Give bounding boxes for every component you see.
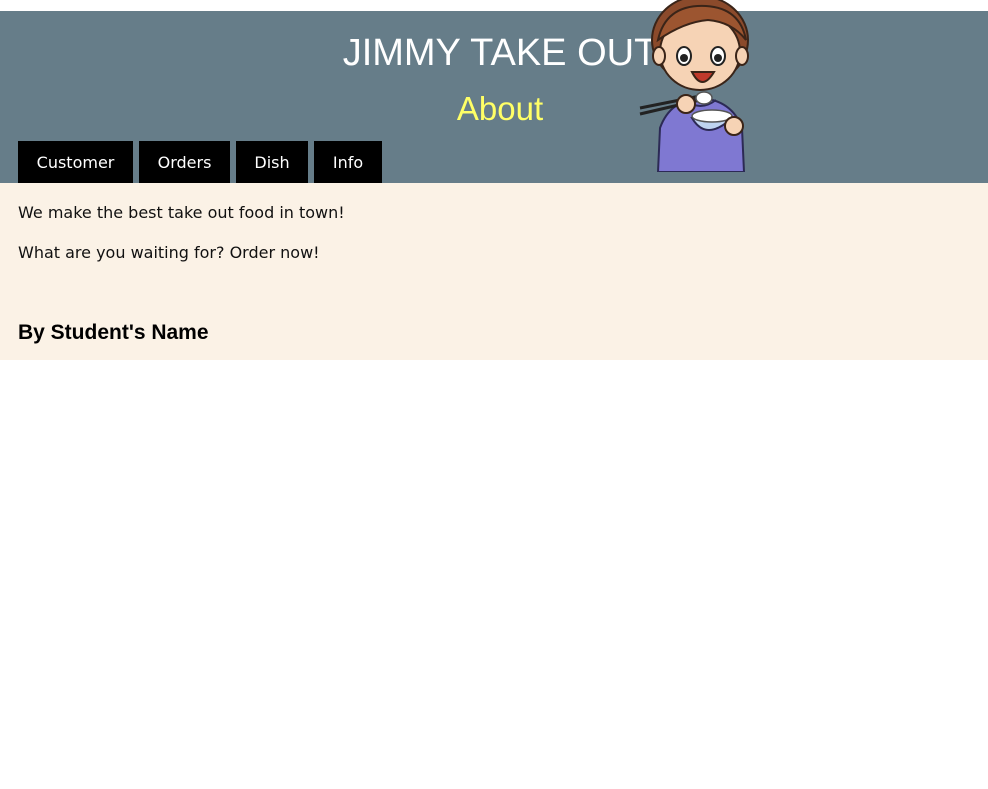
nav-dish-button[interactable]: Dish <box>236 141 308 183</box>
nav-info-button[interactable]: Info <box>314 141 382 183</box>
about-paragraph-2: What are you waiting for? Order now! <box>18 243 320 262</box>
boy-eating-rice-icon <box>639 0 749 172</box>
content-area: We make the best take out food in town! … <box>0 183 988 360</box>
author-credit: By Student's Name <box>18 321 209 344</box>
main-nav: Customer Orders Dish Info <box>18 141 388 183</box>
page-title: About <box>456 90 544 127</box>
site-header: JIMMY TAKE OUT About Customer Orders Dis… <box>0 0 988 183</box>
nav-customer-button[interactable]: Customer <box>18 141 133 183</box>
about-paragraph-1: We make the best take out food in town! <box>18 203 345 222</box>
nav-orders-button[interactable]: Orders <box>139 141 230 183</box>
site-title: JIMMY TAKE OUT <box>342 32 658 74</box>
